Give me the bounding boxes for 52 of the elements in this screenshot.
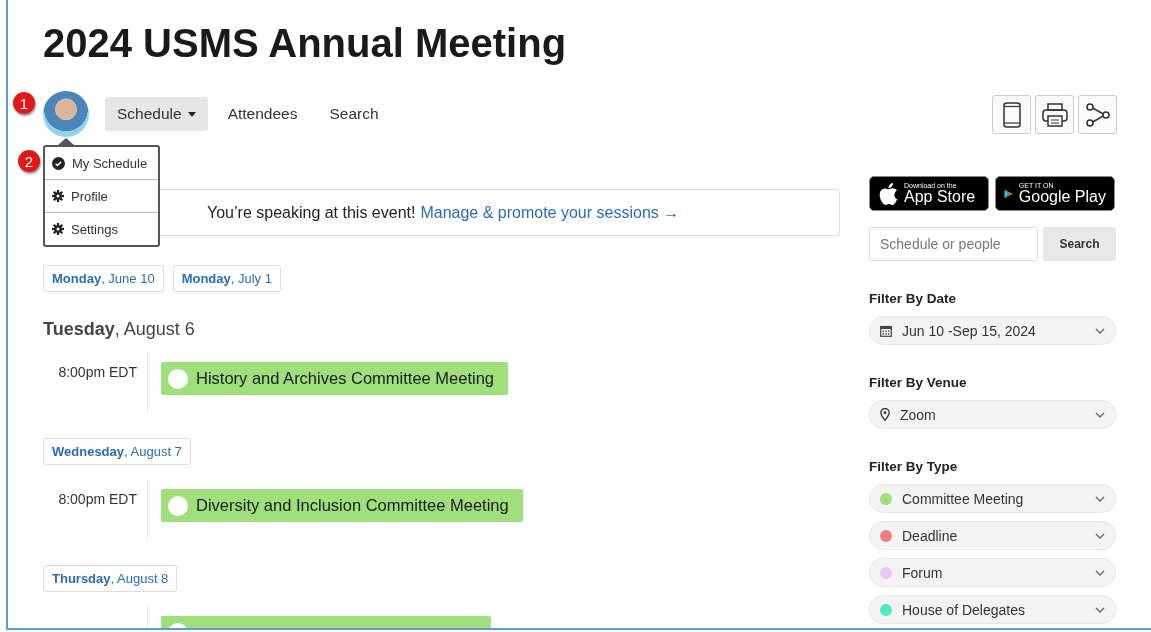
check-circle-icon (52, 156, 65, 170)
gear-icon (52, 190, 64, 202)
printer-icon (1041, 102, 1068, 127)
search-button[interactable]: Search (1043, 227, 1116, 261)
nav-tab[interactable]: Search (317, 97, 391, 131)
callout-badge: 2 (18, 150, 40, 172)
search-field[interactable]: Schedule or people (869, 227, 1038, 261)
badge-title: App Store (904, 189, 976, 205)
nav-tab[interactable]: Attendees (215, 97, 310, 131)
avatar-photo-placeholder[interactable] (43, 91, 89, 137)
menu-item[interactable]: My Schedule (45, 147, 158, 179)
filter-dropdown[interactable]: Jun 10 -Sep 15, 2024 (869, 316, 1116, 345)
chevron-down-icon (1095, 327, 1105, 334)
banner-text: You’re speaking at this event! (207, 203, 416, 222)
toolbar-button[interactable] (1078, 95, 1117, 134)
menu-item[interactable]: Profile (45, 179, 158, 212)
map-pin-icon (880, 408, 890, 421)
day-heading: Tuesday, August 6 (43, 319, 196, 340)
filter-dropdown[interactable]: Zoom (869, 400, 1116, 429)
chevron-down-icon (1095, 606, 1105, 613)
nav-tab[interactable]: Schedule (105, 97, 208, 131)
callout-badge: 1 (13, 92, 35, 114)
page-title: 2024 USMS Annual Meeting (43, 20, 568, 66)
filter-label: Filter By Date (869, 291, 958, 306)
toolbar-button[interactable] (992, 95, 1031, 134)
date-link[interactable]: Thursday, August 8 (43, 565, 178, 592)
date-link[interactable]: Monday, July 1 (172, 265, 281, 292)
session-time: 8:00pm EDT (43, 479, 148, 539)
date-link[interactable]: Wednesday, August 7 (43, 438, 191, 465)
chevron-down-icon (1095, 532, 1105, 539)
session-bar[interactable]: History and Archives Committee Meeting (161, 362, 509, 395)
filter-dropdown[interactable]: Committee Meeting (869, 484, 1116, 513)
filter-dropdown[interactable]: House of Delegates (869, 595, 1116, 624)
filter-label: Filter By Type (869, 459, 959, 474)
badge-title: Google Play (1018, 189, 1106, 205)
calendar-icon (880, 324, 892, 337)
apple-logo-icon (878, 181, 898, 206)
filter-dropdown[interactable]: Forum (869, 558, 1116, 587)
chevron-down-icon (1095, 495, 1105, 502)
phone-icon (1002, 101, 1021, 128)
gear-icon (52, 223, 64, 235)
session-time: 8:00pm EDT (43, 352, 148, 412)
toolbar-button[interactable] (1035, 95, 1074, 134)
chevron-down-icon (1095, 411, 1105, 418)
chevron-down-icon (1095, 569, 1105, 576)
filter-dropdown[interactable]: Deadline (869, 521, 1116, 550)
manage-sessions-link[interactable]: Manage & promote your sessions → (420, 203, 680, 222)
date-link[interactable]: Monday, June 10 (43, 265, 164, 292)
filter-label: Filter By Venue (869, 375, 968, 390)
session-bar[interactable]: Diversity and Inclusion Committee Meeting (161, 489, 523, 522)
share-icon (1085, 102, 1110, 127)
menu-item[interactable]: Settings (45, 212, 158, 245)
